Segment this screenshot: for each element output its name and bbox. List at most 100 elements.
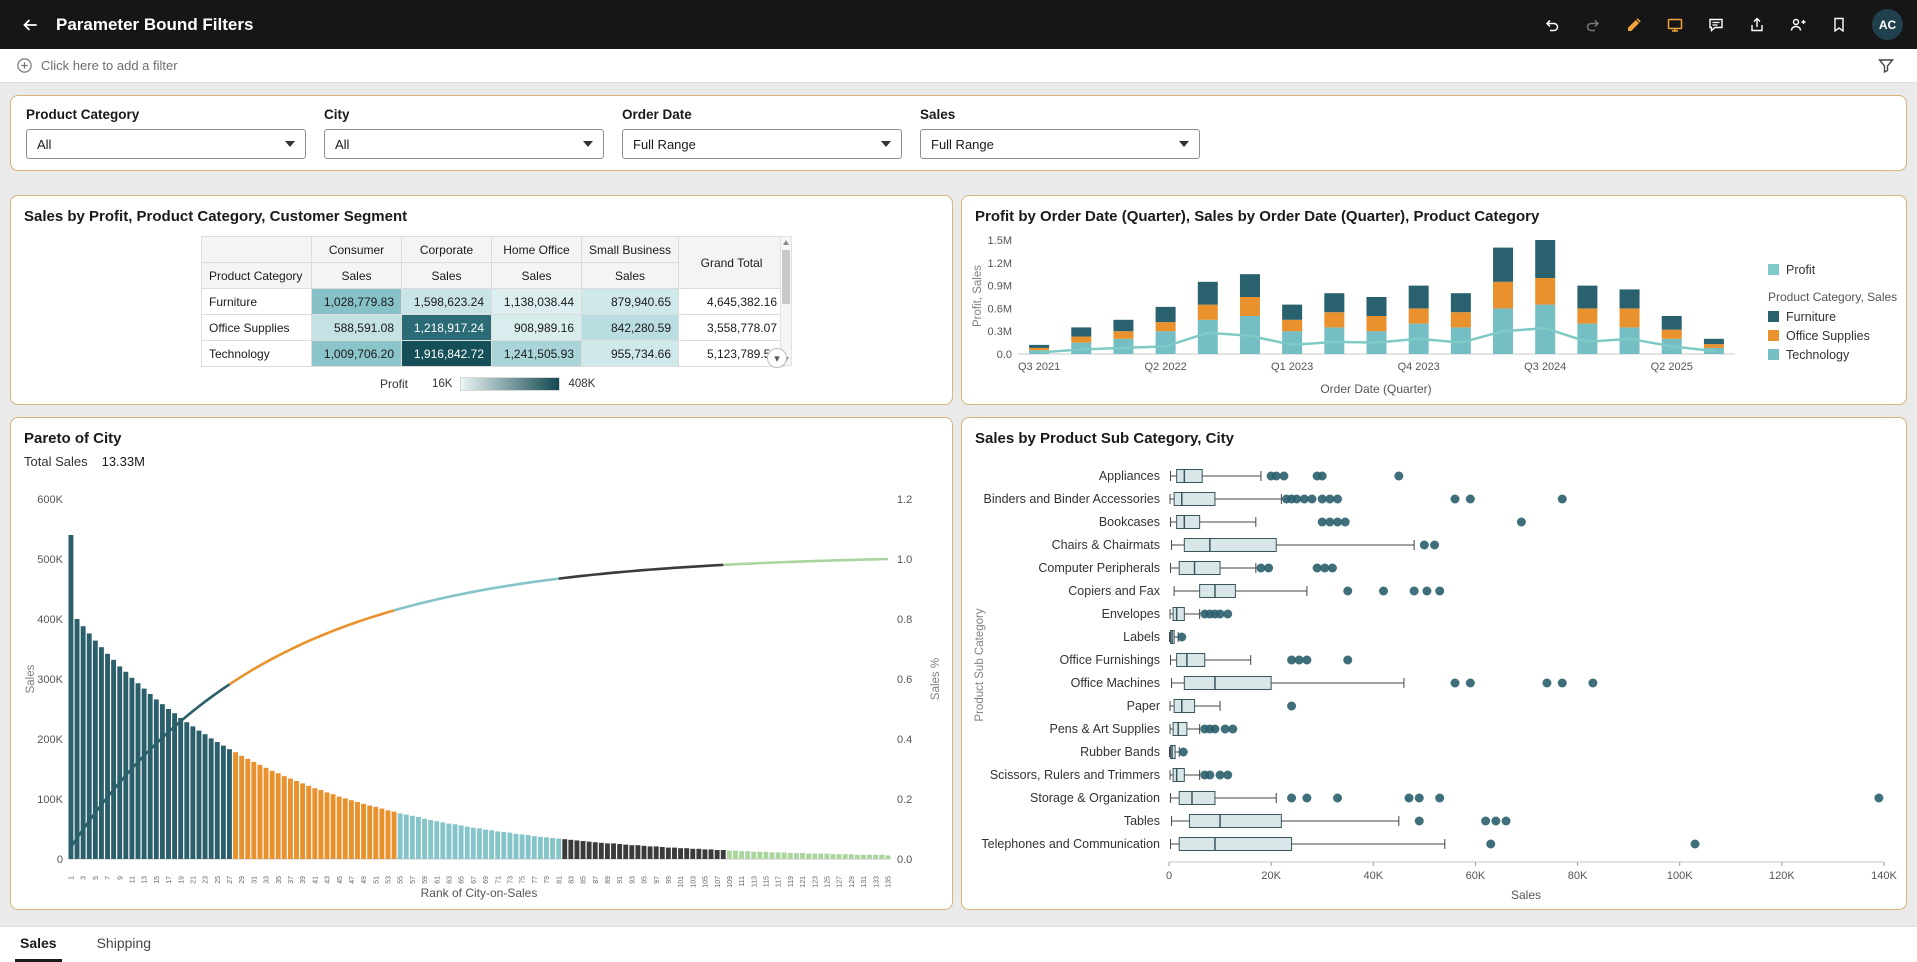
svg-text:100K: 100K (37, 794, 63, 806)
tab-sales[interactable]: Sales (15, 927, 62, 962)
svg-text:127: 127 (837, 876, 844, 888)
measure-header: Sales (492, 263, 582, 289)
legend-swatch (1768, 264, 1779, 275)
topbar: Parameter Bound Filters (0, 0, 1917, 49)
row-header: Product Category (202, 263, 312, 289)
legend-group-label: Product Category, Sales (1768, 290, 1897, 304)
legend-item-profit[interactable]: Profit (1768, 260, 1897, 279)
row-label: Technology (202, 341, 312, 367)
svg-text:Paper: Paper (1127, 699, 1160, 713)
comment-button[interactable] (1700, 9, 1732, 41)
legend-max: 408K (568, 378, 595, 390)
legend-swatch (1768, 349, 1779, 360)
canvas-tab-bar: Sales Shipping (0, 926, 1917, 962)
order-date-select[interactable]: Full Range (622, 129, 902, 159)
bookmark-icon (1830, 16, 1848, 34)
heatmap-cell[interactable]: 908,989.16 (492, 315, 582, 341)
svg-text:0.0: 0.0 (997, 349, 1012, 361)
stacked-bar-chart[interactable]: 0.00.3M0.6M0.9M1.2M1.5MQ3 2021Q2 2022Q1 … (962, 196, 1906, 404)
svg-text:27: 27 (227, 876, 234, 884)
add-filter-button[interactable]: Click here to add a filter (16, 57, 178, 74)
filter-label: Order Date (622, 107, 902, 122)
svg-text:400K: 400K (37, 614, 63, 626)
select-value: Full Range (931, 137, 994, 152)
svg-text:105: 105 (703, 876, 710, 888)
heatmap-cell[interactable]: 1,138,038.44 (492, 289, 582, 315)
svg-text:17: 17 (166, 876, 173, 884)
avatar[interactable]: AC (1872, 9, 1903, 40)
svg-text:Rubber Bands: Rubber Bands (1080, 745, 1160, 759)
svg-text:49: 49 (361, 876, 368, 884)
legend-min: 16K (432, 378, 452, 390)
topbar-actions: AC (1536, 9, 1903, 41)
edit-button[interactable] (1618, 9, 1650, 41)
export-button[interactable] (1741, 9, 1773, 41)
select-value: Full Range (633, 137, 696, 152)
x-axis-label: Sales (1511, 888, 1541, 902)
column-header: Small Business (582, 237, 679, 263)
svg-text:63: 63 (447, 876, 454, 884)
svg-text:23: 23 (203, 876, 210, 884)
scroll-up-arrow[interactable] (783, 240, 789, 245)
svg-text:81: 81 (556, 876, 563, 884)
svg-text:41: 41 (312, 876, 319, 884)
redo-button[interactable] (1577, 9, 1609, 41)
heatmap-cell[interactable]: 1,028,779.83 (312, 289, 402, 315)
svg-text:121: 121 (800, 876, 807, 888)
svg-text:Binders and Binder Accessories: Binders and Binder Accessories (984, 492, 1160, 506)
back-arrow-icon (20, 15, 40, 35)
undo-button[interactable] (1536, 9, 1568, 41)
svg-text:200K: 200K (37, 734, 63, 746)
add-user-icon (1789, 16, 1807, 34)
svg-text:73: 73 (507, 876, 514, 884)
filter-label: City (324, 107, 604, 122)
filter-panel: Product Category All City All Order Date… (10, 95, 1907, 171)
svg-text:Computer Peripherals: Computer Peripherals (1038, 561, 1160, 575)
svg-text:29: 29 (239, 876, 246, 884)
scroll-down-button[interactable]: ▾ (767, 348, 787, 368)
panel-sales-by-subcategory: Sales by Product Sub Category, City 020K… (961, 417, 1907, 910)
heatmap-cell[interactable]: 1,241,505.93 (492, 341, 582, 367)
chevron-down-icon (285, 141, 295, 147)
legend-item-label: Technology (1786, 348, 1849, 362)
tab-shipping[interactable]: Shipping (92, 927, 157, 962)
pareto-chart[interactable]: 0100K200K300K400K500K600K0.00.20.40.60.8… (11, 418, 952, 909)
scrollbar-thumb[interactable] (782, 250, 790, 304)
svg-text:0.6: 0.6 (897, 674, 912, 686)
svg-text:80K: 80K (1568, 870, 1588, 882)
back-button[interactable] (14, 9, 46, 41)
page-title: Parameter Bound Filters (56, 15, 253, 35)
heatmap-cell[interactable]: 879,940.65 (582, 289, 679, 315)
present-button[interactable] (1659, 9, 1691, 41)
svg-text:37: 37 (288, 876, 295, 884)
svg-text:Pens & Art Supplies: Pens & Art Supplies (1050, 722, 1160, 736)
svg-text:Q4 2023: Q4 2023 (1398, 361, 1440, 373)
heatmap-cell[interactable]: 842,280.59 (582, 315, 679, 341)
y-axis-left-label: Sales (25, 665, 37, 694)
table-scrollbar[interactable] (780, 236, 792, 366)
bookmark-button[interactable] (1823, 9, 1855, 41)
svg-text:Q2 2022: Q2 2022 (1145, 361, 1187, 373)
add-user-button[interactable] (1782, 9, 1814, 41)
svg-text:5: 5 (93, 876, 100, 880)
heatmap-cell[interactable]: 955,734.66 (582, 341, 679, 367)
svg-text:11: 11 (130, 876, 137, 883)
select-value: All (37, 137, 51, 152)
chevron-down-icon (1179, 141, 1189, 147)
svg-text:500K: 500K (37, 554, 63, 566)
boxplot-chart[interactable]: 020K40K60K80K100K120K140KAppliancesBinde… (962, 418, 1906, 909)
city-select[interactable]: All (324, 129, 604, 159)
heatmap-cell[interactable]: 1,218,917.24 (402, 315, 492, 341)
legend-item-office-supplies[interactable]: Office Supplies (1768, 326, 1897, 345)
heatmap-cell[interactable]: 1,916,842.72 (402, 341, 492, 367)
sales-select[interactable]: Full Range (920, 129, 1200, 159)
product-category-select[interactable]: All (26, 129, 306, 159)
heatmap-cell[interactable]: 588,591.08 (312, 315, 402, 341)
legend-item-furniture[interactable]: Furniture (1768, 307, 1897, 326)
heatmap-cell[interactable]: 1,598,623.24 (402, 289, 492, 315)
legend-item-technology[interactable]: Technology (1768, 345, 1897, 364)
filter-funnel-button[interactable] (1871, 51, 1901, 81)
heatmap-cell[interactable]: 1,009,706.20 (312, 341, 402, 367)
heatmap-table: ConsumerCorporateHome OfficeSmall Busine… (201, 236, 785, 367)
svg-text:83: 83 (568, 876, 575, 884)
